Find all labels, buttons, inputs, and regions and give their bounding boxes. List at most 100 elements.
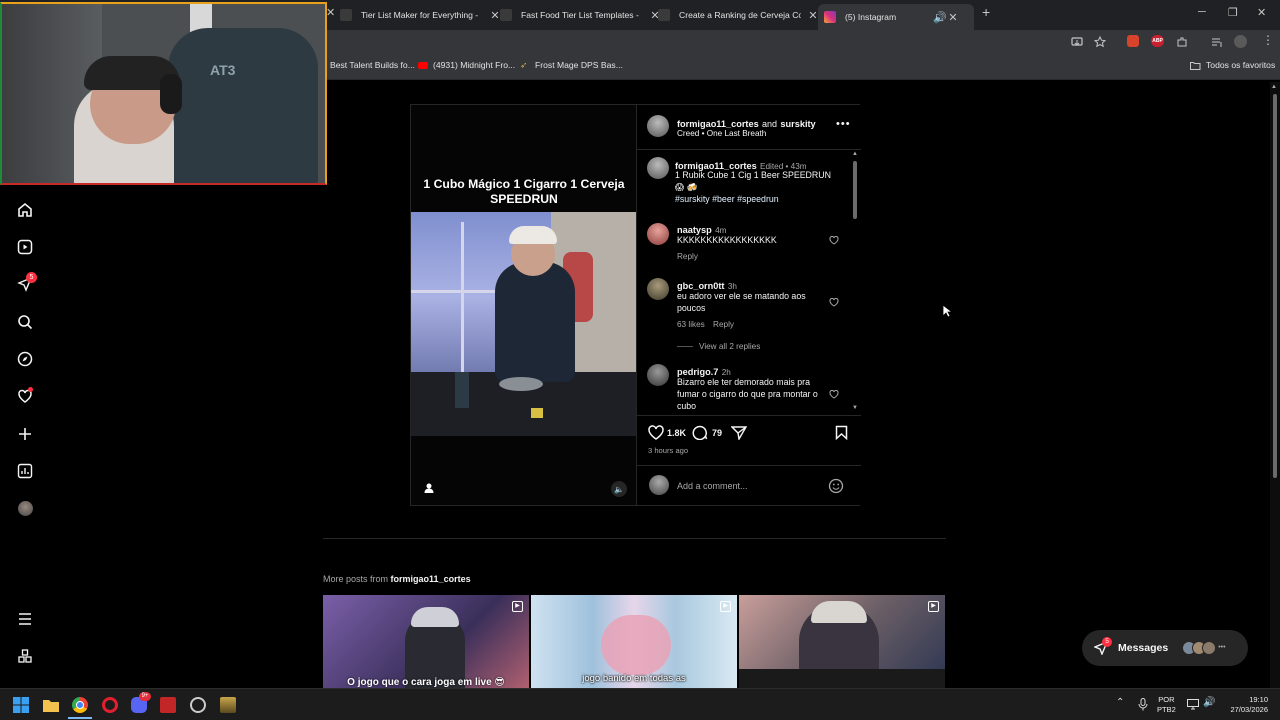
video-overlay-title: 1 Cubo Mágico 1 Cigarro 1 Cerveja SPEEDR… — [423, 177, 625, 206]
chrome-profile-avatar[interactable] — [1234, 35, 1247, 48]
explore-icon[interactable] — [16, 350, 34, 368]
comment-icon[interactable] — [692, 425, 708, 440]
comment-text: eu adoro ver ele se matando aos poucos — [677, 291, 806, 313]
post-card: 1 Cubo Mágico 1 Cigarro 1 Cerveja SPEEDR… — [410, 104, 861, 506]
recent-chats-avatars: ••• — [1182, 641, 1226, 655]
adblock-extension-icon[interactable]: ABP — [1151, 35, 1164, 47]
tab-close-icon[interactable]: ✕ — [326, 6, 335, 19]
post-author-avatar[interactable] — [647, 115, 669, 137]
scroll-thumb[interactable] — [853, 161, 857, 219]
tagged-user-icon[interactable] — [424, 482, 434, 494]
create-icon[interactable] — [16, 425, 34, 443]
bookmark-item[interactable]: (4931) Midnight Fro... — [418, 60, 515, 70]
more-apps-icon[interactable] — [16, 647, 34, 665]
clock[interactable]: 19:10 27/03/2026 — [1224, 695, 1268, 715]
media-controls-icon[interactable] — [1211, 36, 1223, 48]
scroll-down-icon[interactable]: ▼ — [852, 405, 858, 411]
like-icon[interactable] — [648, 425, 664, 440]
network-icon[interactable] — [1187, 698, 1199, 710]
like-comment-icon[interactable] — [829, 389, 839, 399]
add-comment-input[interactable]: Add a comment... — [677, 481, 748, 491]
notifications-icon[interactable] — [16, 387, 34, 405]
scroll-up-icon[interactable]: ▲ — [1271, 84, 1277, 90]
messages-button[interactable]: 5 Messages ••• — [1082, 630, 1248, 666]
scroll-up-icon[interactable]: ▲ — [852, 151, 858, 157]
folder-icon — [1190, 61, 1201, 70]
tab-instagram[interactable]: (5) Instagram 🔊 ✕ — [818, 4, 974, 30]
obs-icon[interactable] — [190, 697, 206, 713]
reply-button[interactable]: Reply — [677, 252, 698, 261]
window-close-icon[interactable]: ✕ — [1257, 6, 1266, 19]
bookmark-star-icon[interactable] — [1094, 36, 1106, 48]
like-comment-icon[interactable] — [829, 235, 839, 245]
install-app-icon[interactable] — [1071, 36, 1083, 48]
game-launcher-icon[interactable] — [220, 697, 236, 713]
keyboard-layout: PTB2 — [1157, 705, 1176, 714]
reels-icon[interactable] — [16, 238, 34, 256]
tab-fast-food-tier[interactable]: Fast Food Tier List Templates - ✕ — [500, 4, 661, 26]
comments-scrollbar[interactable]: ▲ ▼ — [851, 151, 859, 413]
reply-button[interactable]: Reply — [713, 320, 734, 329]
save-icon[interactable] — [835, 425, 848, 440]
commenter-avatar[interactable] — [647, 278, 669, 300]
dashboard-icon[interactable] — [16, 462, 34, 480]
emoji-picker-icon[interactable] — [828, 478, 844, 494]
audio-toggle-icon[interactable]: 🔈 — [611, 481, 627, 497]
video-frame — [411, 212, 636, 436]
ashtray — [499, 377, 543, 391]
chair-logo-text: AT3 — [210, 62, 236, 78]
streaming-app-icon[interactable] — [160, 697, 176, 713]
system-tray-expand-icon[interactable]: ⌃ — [1116, 697, 1124, 708]
bookmark-item[interactable]: ➶ Frost Mage DPS Bas... — [520, 60, 623, 70]
minimize-icon[interactable]: ─ — [1198, 6, 1206, 18]
extensions-puzzle-icon[interactable] — [1176, 36, 1188, 48]
tab-close-icon[interactable]: ✕ — [947, 11, 959, 24]
tab-ranking-cerveja[interactable]: Create a Ranking de Cerveja Co ✕ — [658, 4, 819, 26]
audio-track-link[interactable]: Creed • One Last Breath — [677, 129, 766, 138]
more-options-icon[interactable]: ••• — [836, 118, 851, 130]
mouse-cursor-icon — [942, 304, 952, 318]
caption-hashtags[interactable]: #surskity #beer #speedrun — [675, 193, 779, 205]
page-scrollbar[interactable]: ▲ — [1270, 82, 1280, 688]
video-player[interactable]: 1 Cubo Mágico 1 Cigarro 1 Cerveja SPEEDR… — [411, 105, 636, 505]
opera-icon[interactable] — [102, 697, 118, 713]
new-tab-icon[interactable]: + — [982, 4, 990, 20]
comment-likes[interactable]: 63 likes — [677, 320, 705, 329]
like-count[interactable]: 1.8K — [667, 428, 686, 438]
messages-icon[interactable]: 5 — [16, 272, 37, 293]
discord-icon[interactable]: 9+ — [131, 692, 151, 713]
commenter-avatar[interactable] — [647, 364, 669, 386]
search-icon[interactable] — [16, 313, 34, 331]
volume-icon[interactable]: 🔊 — [1203, 697, 1215, 708]
more-post-thumbnail[interactable]: jogo banido em todas as ▶ — [531, 595, 737, 688]
more-posts-user-link[interactable]: formigao11_cortes — [391, 574, 471, 584]
like-comment-icon[interactable] — [829, 297, 839, 307]
home-icon[interactable] — [16, 201, 34, 219]
view-replies-button[interactable]: View all 2 replies — [699, 342, 760, 351]
bookmark-item[interactable]: Best Talent Builds fo... — [330, 60, 415, 70]
more-post-thumbnail[interactable]: ▶ — [739, 595, 945, 688]
scroll-thumb[interactable] — [1273, 94, 1277, 478]
share-icon[interactable] — [731, 425, 747, 440]
commenter-avatar[interactable] — [647, 223, 669, 245]
extension-icon[interactable] — [1127, 35, 1139, 47]
author-link[interactable]: formigao11_cortes — [677, 119, 759, 129]
file-explorer-icon[interactable] — [43, 697, 59, 713]
caption-author-avatar[interactable] — [647, 157, 669, 179]
profile-avatar[interactable] — [16, 499, 34, 517]
chrome-menu-icon[interactable]: ⋮ — [1262, 33, 1274, 47]
menu-icon[interactable] — [16, 610, 34, 628]
thumb-cap — [411, 607, 459, 627]
microphone-icon[interactable] — [1138, 698, 1148, 711]
tab-tier-list-maker[interactable]: Tier List Maker for Everything - ✕ — [340, 4, 501, 26]
collaborator-link[interactable]: surskity — [780, 119, 815, 129]
more-post-thumbnail[interactable]: O jogo que o cara joga em live 😎 ▶ — [323, 595, 529, 688]
tab-audio-icon[interactable]: 🔊 — [933, 11, 947, 24]
all-bookmarks-button[interactable]: Todos os favoritos — [1190, 60, 1275, 70]
language-indicator[interactable]: POR PTB2 — [1157, 695, 1176, 715]
restore-icon[interactable]: ❐ — [1228, 6, 1238, 19]
webcam-overlay: AT3 — [0, 2, 327, 185]
chrome-taskbar-icon[interactable] — [72, 697, 88, 713]
windows-start-icon[interactable] — [13, 697, 29, 713]
messages-badge: 5 — [1102, 637, 1112, 647]
